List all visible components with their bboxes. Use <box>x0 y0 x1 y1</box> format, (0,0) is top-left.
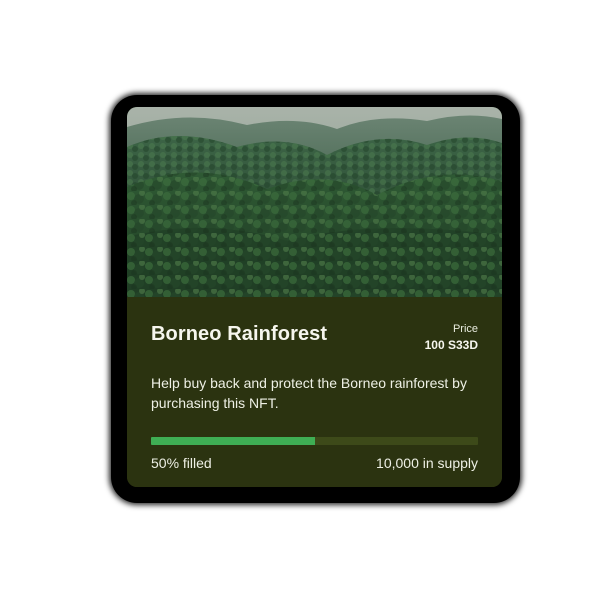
filled-status: 50% filled <box>151 455 212 471</box>
price-value: 100 S33D <box>424 338 478 352</box>
card-title: Borneo Rainforest <box>151 323 328 345</box>
nft-card[interactable]: Borneo Rainforest Price 100 S33D Help bu… <box>127 107 502 487</box>
progress-track <box>151 437 478 445</box>
rainforest-illustration <box>127 107 502 297</box>
rainforest-image <box>127 107 502 297</box>
price-block: Price 100 S33D <box>425 321 478 353</box>
card-content: Borneo Rainforest Price 100 S33D Help bu… <box>127 297 502 487</box>
price-label: Price <box>452 323 478 335</box>
card-description: Help buy back and protect the Borneo rai… <box>151 375 467 411</box>
stage: Borneo Rainforest Price 100 S33D Help bu… <box>0 0 594 594</box>
supply-status: 10,000 in supply <box>376 455 478 471</box>
progress-fill <box>151 437 315 445</box>
